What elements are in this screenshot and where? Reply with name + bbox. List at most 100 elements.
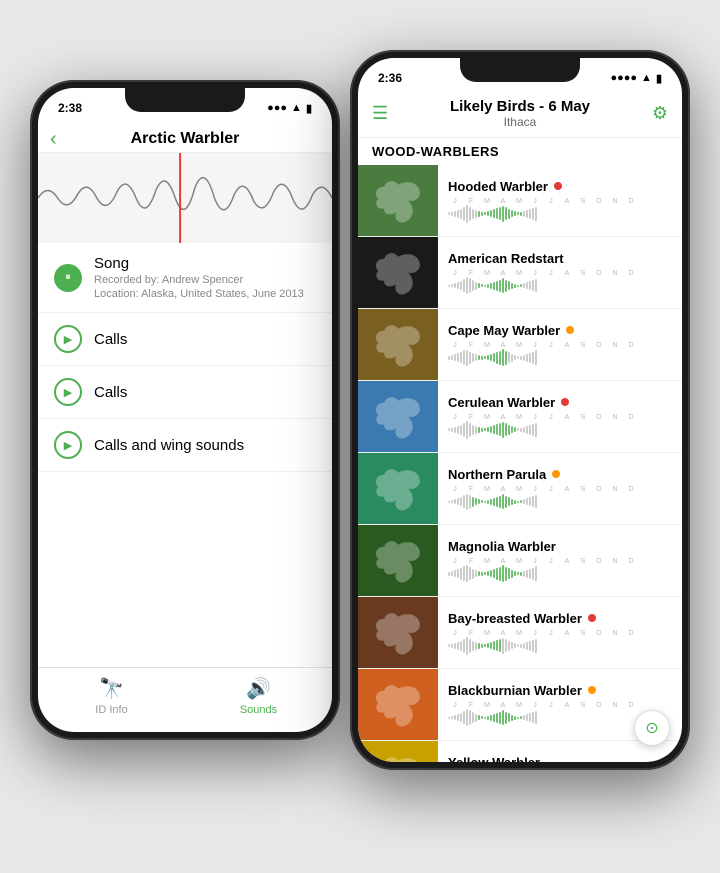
mini-bar: [502, 565, 504, 582]
mini-bar: [532, 640, 534, 652]
bird-item[interactable]: Hooded WarblerJFMAMJJASOND: [358, 165, 682, 237]
mini-bar: [460, 352, 462, 363]
wing-sounds-item[interactable]: ▶ Calls and wing sounds: [38, 419, 332, 472]
mini-bar: [448, 644, 450, 647]
mini-bar: [448, 212, 450, 215]
month-label: M: [512, 702, 526, 709]
mini-bar: [529, 425, 531, 435]
mini-bar: [487, 716, 489, 720]
bird-name-row: Hooded Warbler: [448, 179, 672, 194]
mini-bar: [475, 570, 477, 577]
location-button[interactable]: ⊙: [634, 710, 670, 746]
mini-bar: [532, 424, 534, 436]
month-label: S: [576, 486, 590, 493]
month-label: A: [560, 630, 574, 637]
calls2-item[interactable]: ▶ Calls: [38, 366, 332, 419]
mini-bar: [502, 349, 504, 366]
bird-item[interactable]: Cerulean WarblerJFMAMJJASOND: [358, 381, 682, 453]
mini-bar: [475, 642, 477, 650]
month-label: O: [592, 270, 606, 277]
month-label: N: [608, 702, 622, 709]
month-label: D: [624, 702, 638, 709]
mini-bar: [508, 425, 510, 435]
mini-bar: [466, 205, 468, 223]
bird-item[interactable]: Magnolia WarblerJFMAMJJASOND: [358, 525, 682, 597]
mini-bar: [475, 498, 477, 505]
mini-bar: [460, 209, 462, 219]
bird-name: Magnolia Warbler: [448, 539, 556, 554]
mini-bar: [502, 278, 504, 293]
waveform-area[interactable]: [38, 153, 332, 243]
bird-photo: [358, 309, 438, 380]
mini-bar: [511, 426, 513, 433]
mini-bar: [523, 715, 525, 720]
mini-bar: [511, 283, 513, 289]
calls1-item[interactable]: ▶ Calls: [38, 313, 332, 366]
song-play-btn[interactable]: ⏸: [54, 264, 82, 292]
bird-item[interactable]: Yellow WarblerJFMAMJJASOND: [358, 741, 682, 762]
month-label: A: [496, 558, 510, 565]
mini-bar: [499, 280, 501, 292]
mini-bar: [496, 568, 498, 580]
mini-bar: [520, 428, 522, 432]
mini-bar: [535, 279, 537, 292]
mini-bar: [487, 355, 489, 360]
month-label: N: [608, 558, 622, 565]
mini-bar: [496, 497, 498, 507]
mini-bar: [460, 713, 462, 722]
mini-bar: [466, 565, 468, 582]
bird-photo: [358, 237, 438, 308]
month-label: D: [624, 558, 638, 565]
month-label: J: [544, 270, 558, 277]
back-button[interactable]: ‹: [50, 128, 57, 151]
mini-bar: [451, 212, 453, 216]
mini-bar: [454, 283, 456, 288]
mini-bar: [508, 209, 510, 219]
mini-bar: [454, 499, 456, 504]
front-battery-icon: ▮: [656, 72, 662, 85]
mini-bar: [448, 428, 450, 431]
id-info-icon: 🔭: [99, 676, 124, 701]
filter-icon[interactable]: ⚙: [652, 103, 668, 124]
mini-bar: [523, 427, 525, 433]
mini-bar: [502, 710, 504, 725]
mini-bar: [520, 212, 522, 216]
month-label: J: [448, 342, 462, 349]
tab-id-info[interactable]: 🔭 ID Info: [38, 676, 185, 716]
month-label: J: [528, 270, 542, 277]
mini-bar: [451, 284, 453, 287]
mini-bar: [481, 500, 483, 503]
wing-sounds-play-btn[interactable]: ▶: [54, 431, 82, 459]
month-label: S: [576, 342, 590, 349]
mini-bar: [454, 570, 456, 577]
calls2-play-btn[interactable]: ▶: [54, 378, 82, 406]
mini-bar: [511, 354, 513, 362]
mini-bar: [451, 355, 453, 360]
month-label: M: [512, 342, 526, 349]
bird-item[interactable]: American RedstartJFMAMJJASOND: [358, 237, 682, 309]
mini-bar: [475, 714, 477, 722]
months-bar: JFMAMJJASOND: [448, 558, 672, 565]
song-item[interactable]: ⏸ Song Recorded by: Andrew Spencer Locat…: [38, 243, 332, 313]
menu-icon[interactable]: ☰: [372, 103, 388, 124]
months-bar: JFMAMJJASOND: [448, 342, 672, 349]
bird-item[interactable]: Bay-breasted WarblerJFMAMJJASOND: [358, 597, 682, 669]
song-meta1: Recorded by: Andrew Spencer: [94, 274, 316, 286]
month-label: O: [592, 558, 606, 565]
mini-bar: [478, 355, 480, 360]
mini-bar: [514, 211, 516, 216]
month-label: A: [496, 702, 510, 709]
bird-item[interactable]: Northern ParulaJFMAMJJASOND: [358, 453, 682, 525]
month-label: A: [496, 198, 510, 205]
calls1-play-btn[interactable]: ▶: [54, 325, 82, 353]
mini-bar: [523, 211, 525, 217]
bird-item[interactable]: Cape May WarblerJFMAMJJASOND: [358, 309, 682, 381]
tab-sounds[interactable]: 🔊 Sounds: [185, 676, 332, 716]
month-label: N: [608, 198, 622, 205]
mini-bar: [511, 715, 513, 721]
mini-bar: [529, 209, 531, 219]
mini-bar: [499, 207, 501, 220]
month-label: J: [448, 558, 462, 565]
mini-bar: [490, 715, 492, 721]
month-label: J: [528, 198, 542, 205]
